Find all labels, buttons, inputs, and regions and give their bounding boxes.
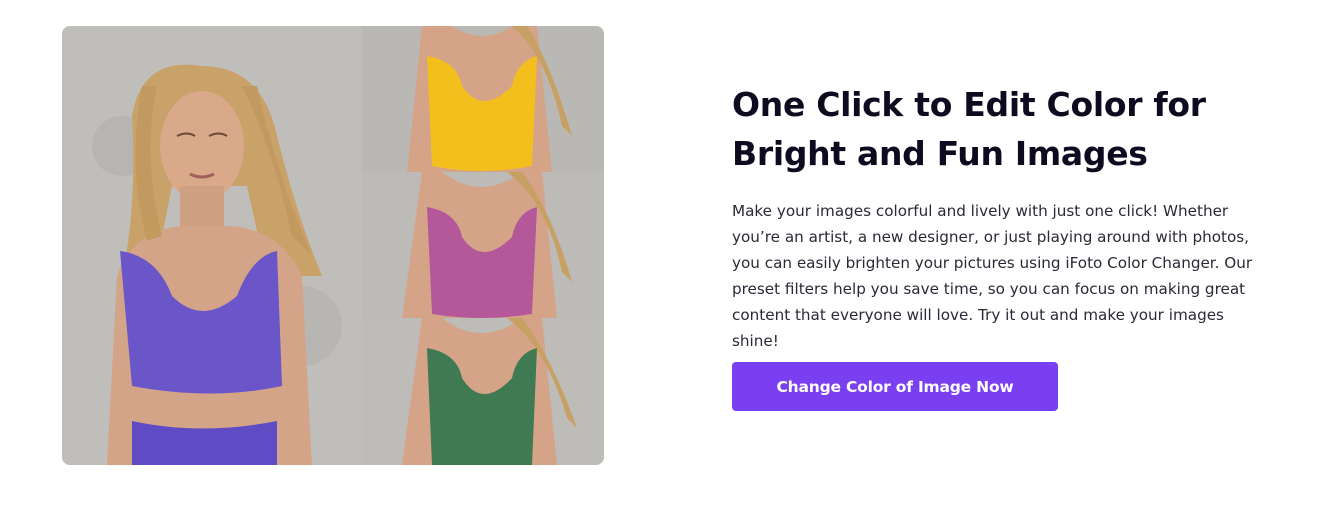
- yellow-variant-thumbnail: [362, 26, 604, 172]
- feature-text: One Click to Edit Color for Bright and F…: [732, 80, 1272, 354]
- feature-description: Make your images colorful and lively wit…: [732, 202, 1253, 350]
- feature-heading: One Click to Edit Color for Bright and F…: [732, 85, 1206, 173]
- change-color-button[interactable]: Change Color of Image Now: [732, 362, 1058, 411]
- green-variant-thumbnail: [362, 318, 604, 465]
- main-model-photo: [62, 26, 362, 465]
- feature-section: One Click to Edit Color for Bright and F…: [0, 0, 1320, 532]
- color-change-collage: [62, 26, 604, 465]
- pink-variant-thumbnail: [362, 172, 604, 318]
